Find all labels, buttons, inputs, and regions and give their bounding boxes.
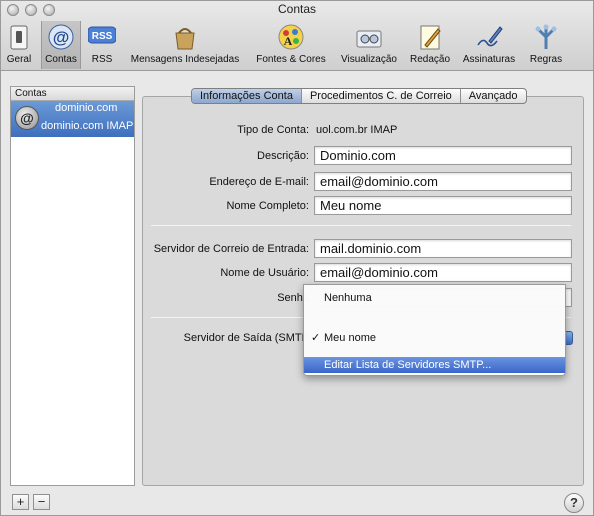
username-label: Nome de Usuário: <box>220 267 309 279</box>
toolbar-accounts-label: Contas <box>45 54 77 65</box>
help-button[interactable]: ? <box>564 493 584 513</box>
title-toolbar: Contas Geral @ Contas RSS RSS Mensagens … <box>1 1 593 71</box>
account-name: dominio.com <box>55 102 118 114</box>
signature-pen-icon <box>477 26 503 47</box>
full-name-field[interactable]: Meu nome <box>314 196 572 215</box>
account-row-selected[interactable]: @ dominio.com dominio.com IMAP <box>11 101 134 137</box>
smtp-option-edit-list-label: Editar Lista de Servidores SMTP... <box>324 359 492 371</box>
toolbar-fonts-colors-label: Fontes & Cores <box>256 54 326 65</box>
email-label: Endereço de E-mail: <box>209 176 309 188</box>
toolbar-signatures-label: Assinaturas <box>462 54 516 65</box>
account-tabs: Informações Conta Procedimentos C. de Co… <box>191 88 527 104</box>
add-account-button[interactable]: + <box>12 494 29 510</box>
toolbar-viewing-label: Visualização <box>341 54 397 65</box>
toolbar-rules[interactable]: Regras <box>525 21 567 69</box>
checkmark-icon: ✓ <box>311 332 321 344</box>
incoming-server-label: Servidor de Correio de Entrada: <box>153 243 309 255</box>
incoming-server-field[interactable]: mail.dominio.com <box>314 239 572 258</box>
svg-text:@: @ <box>53 28 70 47</box>
remove-account-button[interactable]: − <box>33 494 50 510</box>
tab-account-information[interactable]: Informações Conta <box>192 89 302 103</box>
font-palette-icon: A <box>278 24 304 50</box>
tab-advanced[interactable]: Avançado <box>461 89 526 103</box>
toolbar-composing-label: Redação <box>409 54 451 65</box>
rss-icon: RSS <box>88 26 116 44</box>
email-field[interactable]: email@dominio.com <box>314 172 572 191</box>
account-type-value: uol.com.br IMAP <box>316 124 398 136</box>
accounts-list-header: Contas <box>11 87 134 101</box>
toolbar-rss-label: RSS <box>91 54 113 65</box>
toolbar-general-label: Geral <box>6 54 32 65</box>
smtp-server-menu: Nenhuma ✓ Meu nome Editar Lista de Servi… <box>303 284 566 376</box>
rules-icon <box>535 24 557 49</box>
description-label: Descrição: <box>257 150 309 162</box>
toolbar-accounts[interactable]: @ Contas <box>41 21 81 69</box>
pencil-notepad-icon <box>420 25 441 50</box>
svg-text:A: A <box>284 34 293 48</box>
junk-bag-icon <box>175 28 195 50</box>
toolbar-fonts-colors[interactable]: A Fontes & Cores <box>251 21 331 69</box>
toolbar-rss[interactable]: RSS RSS <box>85 21 119 69</box>
svg-text:RSS: RSS <box>92 31 113 42</box>
smtp-option-edit-list[interactable]: Editar Lista de Servidores SMTP... <box>304 357 565 373</box>
account-detail: dominio.com IMAP <box>41 120 134 132</box>
account-type-label: Tipo de Conta: <box>237 124 309 136</box>
account-at-icon: @ <box>15 106 39 130</box>
full-name-label: Nome Completo: <box>226 200 309 212</box>
smtp-option-my-name-label: Meu nome <box>324 332 376 344</box>
toolbar-junk-mail[interactable]: Mensagens Indesejadas <box>123 21 247 69</box>
username-field[interactable]: email@dominio.com <box>314 263 572 282</box>
smtp-server-label: Servidor de Saída (SMTP <box>183 332 309 344</box>
preferences-window: Contas Geral @ Contas RSS RSS Mensagens … <box>0 0 594 516</box>
toolbar-junk-mail-label: Mensagens Indesejadas <box>130 54 240 65</box>
toolbar-viewing[interactable]: Visualização <box>335 21 403 69</box>
smtp-option-my-name[interactable]: ✓ Meu nome <box>304 330 565 346</box>
light-switch-icon <box>10 25 28 50</box>
smtp-option-none-label: Nenhuma <box>324 292 372 304</box>
toolbar-composing[interactable]: Redação <box>405 21 455 69</box>
section-divider <box>151 225 571 226</box>
window-title: Contas <box>277 2 317 16</box>
tab-mailbox-behaviors[interactable]: Procedimentos C. de Correio <box>302 89 461 103</box>
glasses-icon <box>356 30 382 48</box>
toolbar-rules-label: Regras <box>529 54 563 65</box>
toolbar-general[interactable]: Geral <box>3 21 35 69</box>
at-sign-icon: @ <box>48 24 74 50</box>
accounts-list: Contas @ dominio.com dominio.com IMAP <box>10 86 135 486</box>
toolbar-signatures[interactable]: Assinaturas <box>457 21 521 69</box>
description-field[interactable]: Dominio.com <box>314 146 572 165</box>
smtp-option-none[interactable]: Nenhuma <box>304 290 565 306</box>
